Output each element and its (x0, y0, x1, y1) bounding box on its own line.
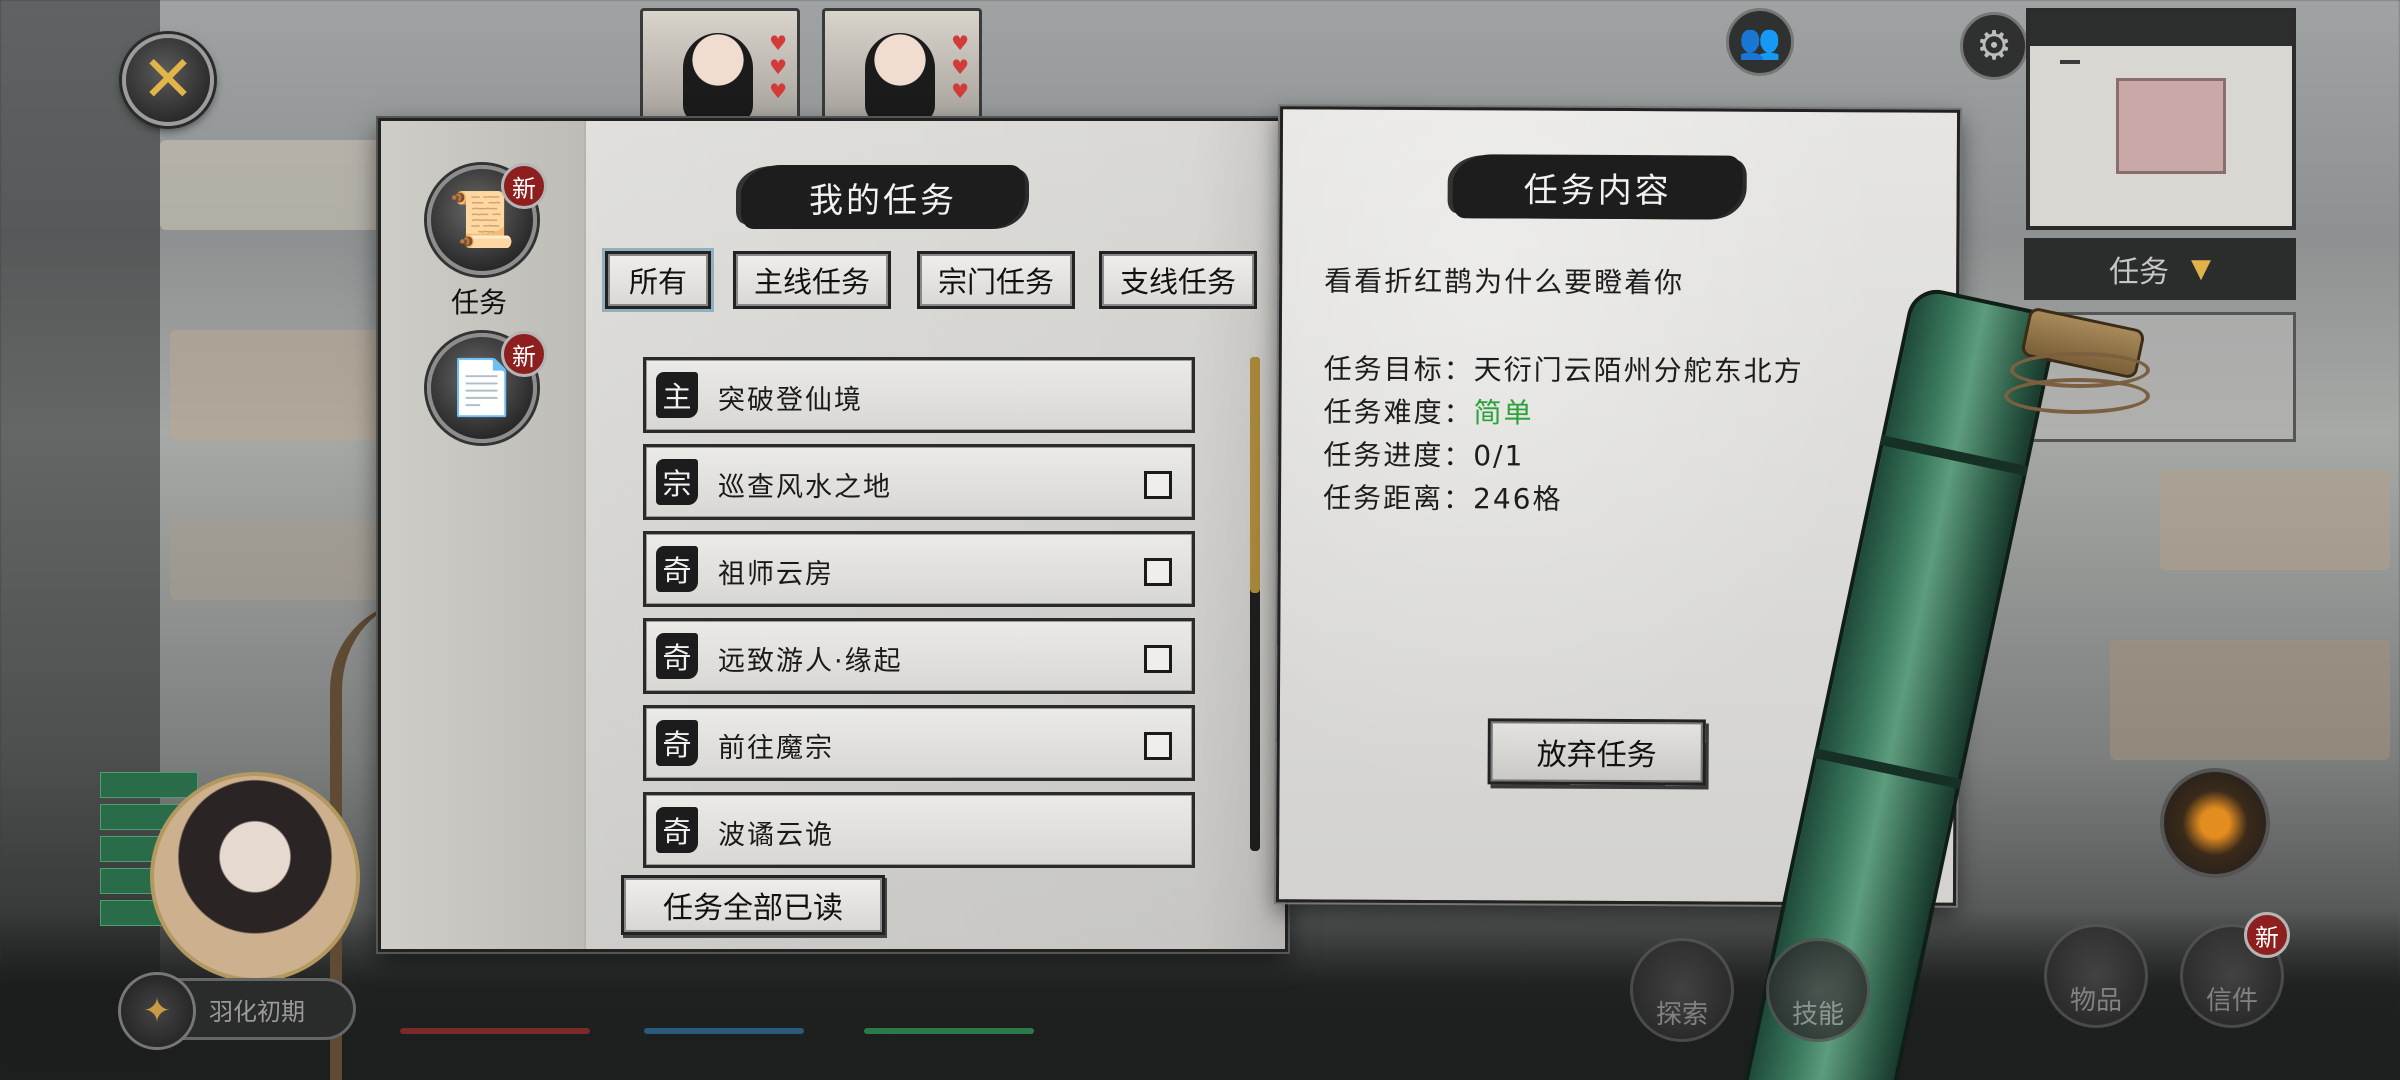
quest-checkbox[interactable] (1144, 558, 1172, 586)
quest-row[interactable]: 奇 远致游人·缘起 (643, 618, 1195, 694)
party-member-card: ♥ ♥ ♥ (640, 8, 800, 120)
quest-book: 📜 新 任务 📄 新 我的任务 所有 主线任务 宗门任务 支线任务 主 突破登仙… (378, 106, 1988, 952)
minimap-header (2030, 12, 2292, 46)
quest-distance-label: 任务距离： (1322, 481, 1474, 516)
eye-icon[interactable] (2160, 768, 2270, 878)
player-avatar[interactable] (150, 772, 360, 982)
close-icon: ✕ (141, 43, 195, 117)
my-quests-title: 我的任务 (741, 165, 1025, 229)
quest-row[interactable]: 奇 前往魔宗 (643, 705, 1195, 781)
tab-main-quests[interactable]: 主线任务 (733, 251, 891, 309)
skills-button[interactable]: 技能 (1766, 938, 1870, 1042)
quest-type-badge: 奇 (656, 720, 698, 766)
close-button[interactable]: ✕ (122, 34, 214, 126)
tab-sect-quests[interactable]: 宗门任务 (917, 251, 1075, 309)
quest-checkbox[interactable] (1144, 645, 1172, 673)
quest-name: 前往魔宗 (718, 733, 834, 764)
chevron-down-icon: ▼ (2191, 254, 2211, 284)
quest-name: 突破登仙境 (718, 385, 863, 416)
quest-checkbox[interactable] (1144, 471, 1172, 499)
quest-name: 远致游人·缘起 (718, 646, 903, 677)
quest-type-badge: 主 (656, 372, 698, 418)
new-badge: 新 (501, 163, 547, 209)
status-tag (100, 772, 198, 798)
heart-icon: ♥ ♥ ♥ (951, 31, 969, 103)
minimap (2026, 8, 2296, 230)
quest-progress-row: 任务进度：0/1 (1323, 433, 1524, 474)
minimap-tag (2060, 60, 2080, 64)
tab-all[interactable]: 所有 (605, 251, 711, 309)
rope-binding (2004, 378, 2150, 414)
new-badge: 新 (2244, 912, 2290, 958)
quest-row[interactable]: 奇 波谲云诡 (643, 792, 1195, 868)
bamboo-node (1813, 748, 1962, 790)
quest-type-badge: 奇 (656, 546, 698, 592)
quest-row[interactable]: 主 突破登仙境 (643, 357, 1195, 433)
portrait (865, 33, 935, 117)
quest-list-scrollbar[interactable] (1250, 357, 1260, 851)
quest-distance-row: 任务距离：246格 (1323, 476, 1563, 517)
hp-bar (400, 1028, 590, 1034)
quest-row[interactable]: 宗 巡查风水之地 (643, 444, 1195, 520)
portrait (683, 33, 753, 117)
realm-label: 羽化初期 (209, 997, 305, 1026)
bamboo-node (1879, 435, 2029, 477)
quest-list-page: 📜 新 任务 📄 新 我的任务 所有 主线任务 宗门任务 支线任务 主 突破登仙… (378, 118, 1288, 952)
people-icon: 👥 (1726, 8, 1794, 76)
hp-stat (400, 990, 590, 1034)
quest-name: 巡查风水之地 (718, 472, 892, 503)
realm-icon: ✦ (118, 972, 196, 1050)
party-member-card: ♥ ♥ ♥ (822, 8, 982, 120)
stamina-stat (864, 990, 1034, 1034)
abandon-quest-button[interactable]: 放弃任务 (1487, 718, 1706, 786)
minimap-scene (2116, 78, 2226, 174)
quest-target-label: 任务目标： (1323, 352, 1474, 387)
quest-difficulty-label: 任务难度： (1323, 395, 1474, 430)
quest-progress-label: 任务进度： (1323, 438, 1474, 473)
background-scenery (170, 520, 380, 600)
background-scenery (160, 140, 380, 230)
quest-target-value: 天衍门云陌州分舵东北方 (1473, 353, 1804, 388)
gear-icon: ⚙ (1960, 12, 2028, 80)
explore-button[interactable]: 探索 (1630, 938, 1734, 1042)
background-scenery (2160, 470, 2390, 570)
background-scenery (170, 330, 380, 440)
quest-name: 波谲云诡 (718, 820, 834, 851)
mark-all-read-button[interactable]: 任务全部已读 (621, 875, 885, 935)
quest-row[interactable]: 奇 祖师云房 (643, 531, 1195, 607)
quest-description: 看看折红鹊为什么要瞪着你 (1324, 264, 1685, 300)
category-quest-label: 任务 (451, 286, 508, 319)
quest-type-badge: 奇 (656, 633, 698, 679)
mp-stat (644, 990, 804, 1034)
quest-tracker-header: 任务 ▼ (2024, 238, 2296, 300)
quest-type-badge: 奇 (656, 807, 698, 853)
scrollbar-thumb[interactable] (1250, 357, 1260, 593)
stamina-bar (864, 1028, 1034, 1034)
quest-difficulty-value: 简单 (1473, 396, 1534, 430)
quest-name: 祖师云房 (718, 559, 834, 590)
tab-side-quests[interactable]: 支线任务 (1099, 251, 1257, 309)
quest-target-row: 任务目标：天衍门云陌州分舵东北方 (1324, 347, 1804, 390)
items-button[interactable]: 物品 (2044, 924, 2148, 1028)
heart-icon: ♥ ♥ ♥ (769, 31, 787, 103)
quest-type-badge: 宗 (656, 459, 698, 505)
background-scenery (2110, 640, 2390, 760)
quest-content-title: 任务内容 (1452, 154, 1743, 220)
quest-checkbox[interactable] (1144, 732, 1172, 760)
mp-bar (644, 1028, 804, 1034)
quest-difficulty-row: 任务难度：简单 (1323, 390, 1533, 431)
quest-progress-value: 0/1 (1473, 439, 1525, 473)
quest-distance-value: 246格 (1472, 482, 1563, 516)
new-badge: 新 (501, 331, 547, 377)
quest-tracker-label: 任务 (2109, 255, 2169, 290)
